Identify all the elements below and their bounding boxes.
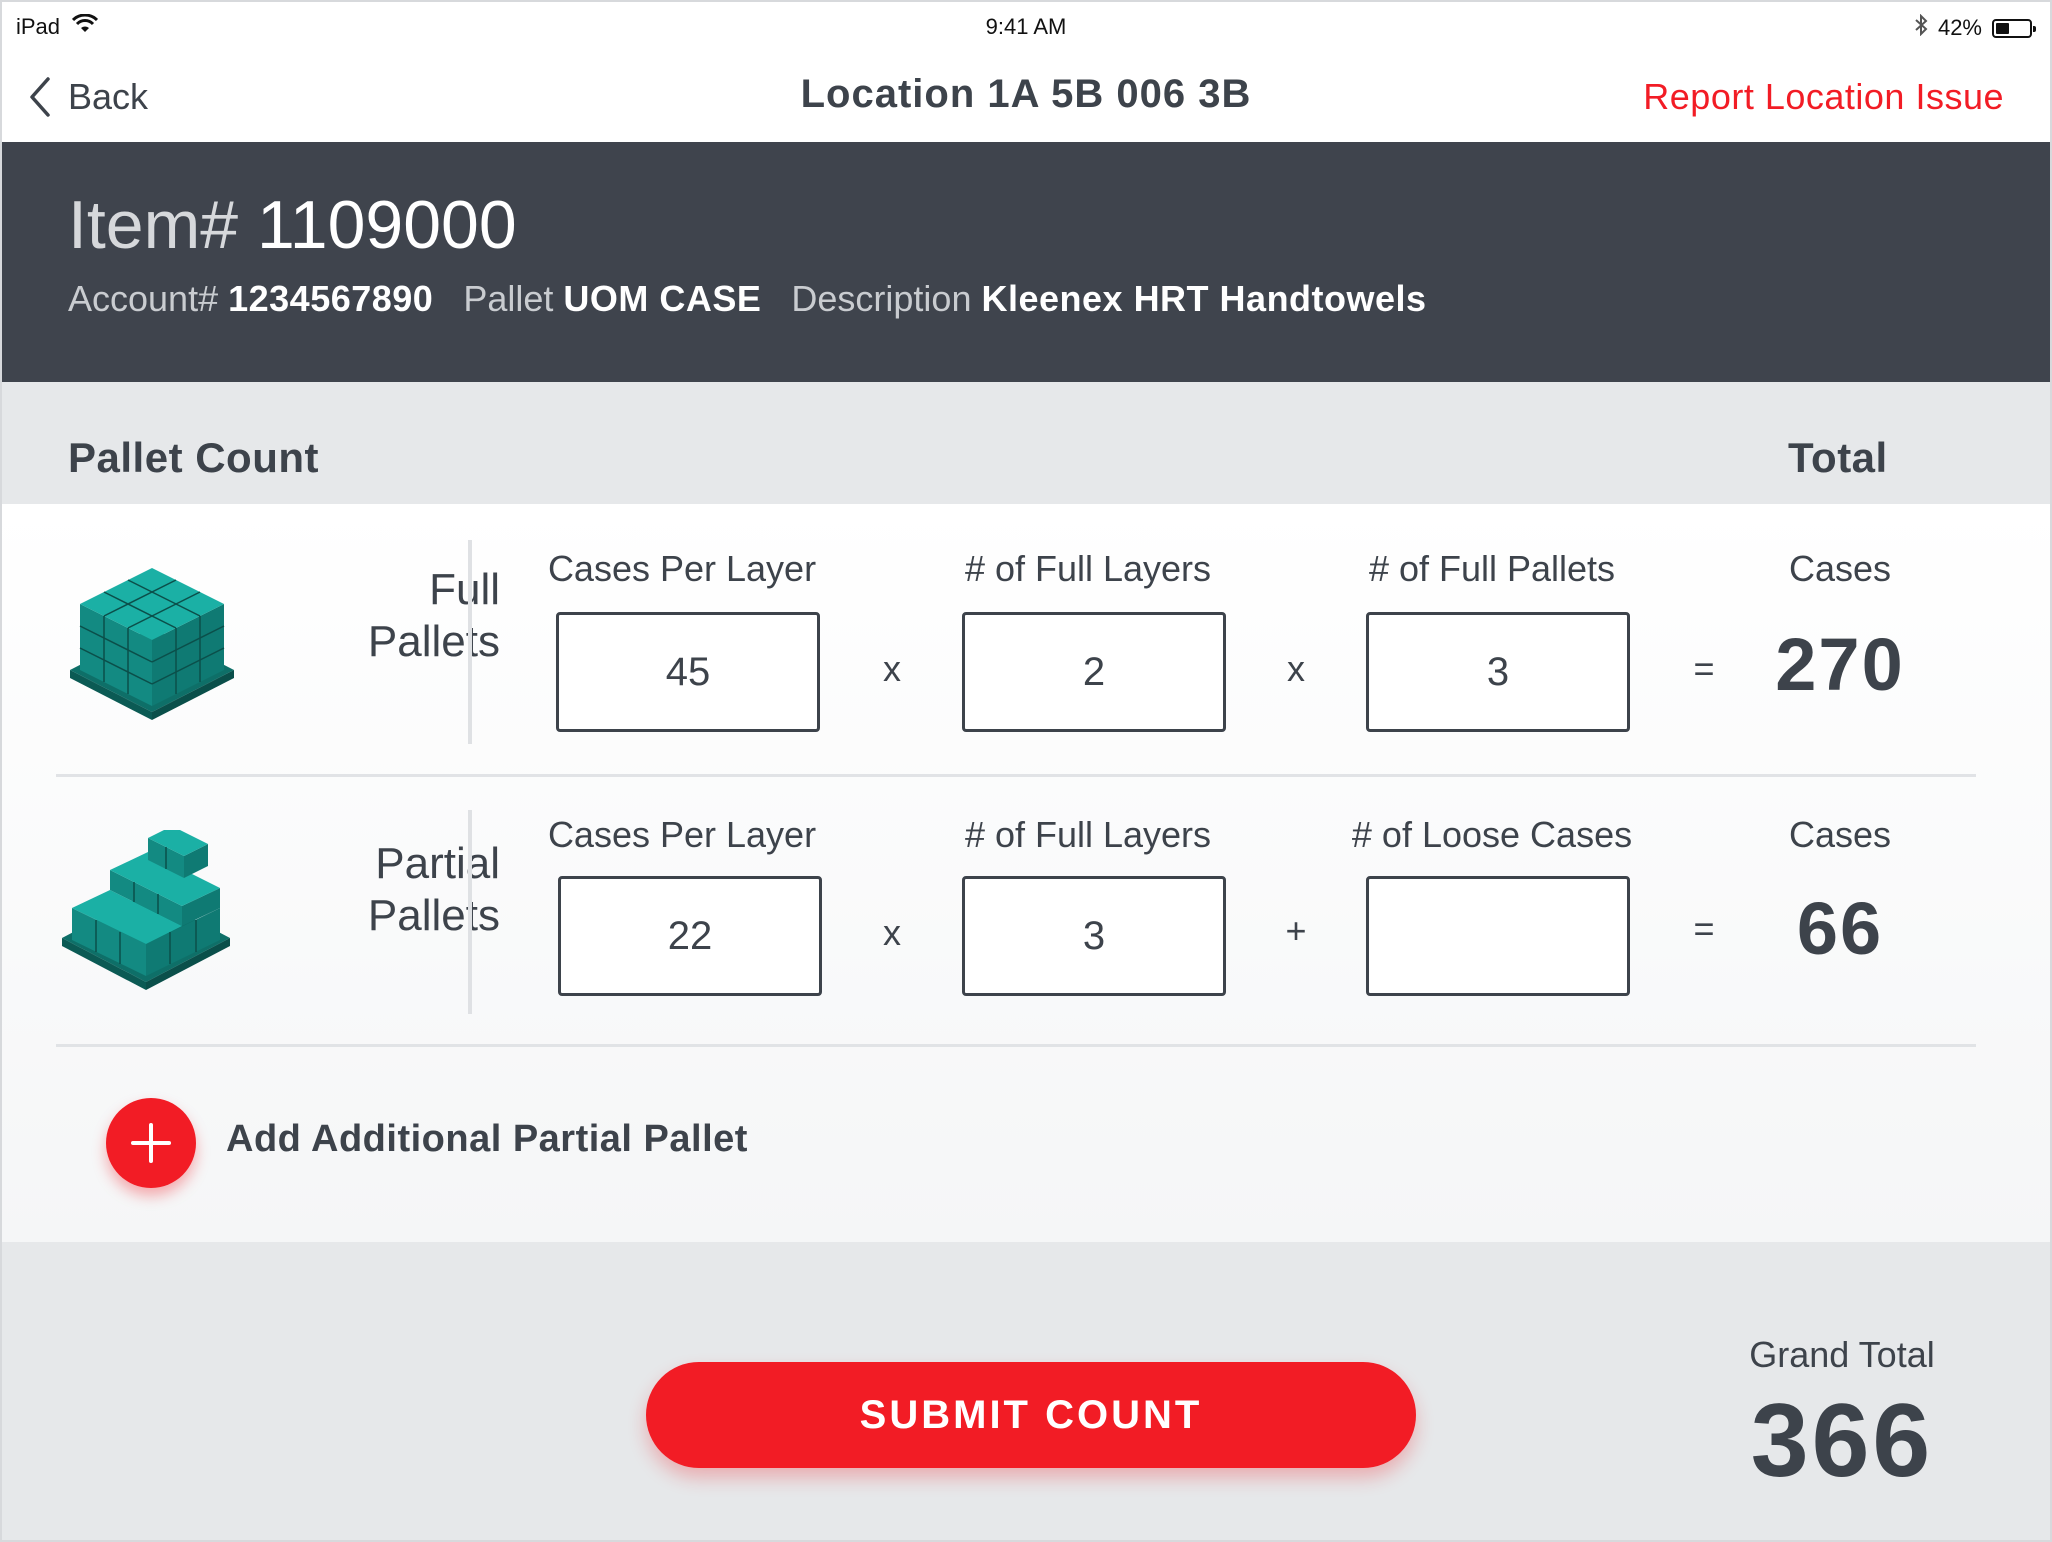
equals-operator: =	[1693, 908, 1715, 949]
partial-full-layers-header: # of Full Layers	[964, 814, 1212, 855]
full-layers-input[interactable]: 2	[962, 612, 1226, 732]
pallet-count-panel: Full Pallets Cases Per Layer 45 x # of F…	[2, 504, 2050, 1242]
partial-total-value: 66	[1796, 887, 1884, 970]
full-cases-per-layer-input[interactable]: 45	[556, 612, 820, 732]
footer: SUBMIT COUNT Grand Total 366	[2, 1242, 2050, 1540]
status-bar: iPad 9:41 AM 42%	[2, 2, 2050, 50]
full-pallets-label-line1: Full	[429, 565, 500, 614]
equals-operator: =	[1693, 648, 1715, 689]
partial-pallets-row: Partial Pallets Cases Per Layer 22 x # o…	[56, 774, 1976, 1034]
full-pallets-label: Full Pallets	[270, 564, 500, 668]
grand-total-label: Grand Total	[1749, 1334, 1935, 1375]
pallet-uom-field: Pallet UOM CASE	[463, 278, 761, 320]
full-pallets-count-input[interactable]: 3	[1366, 612, 1630, 732]
status-right: 42%	[1914, 13, 2036, 42]
pallet-count-title: Pallet Count	[68, 434, 320, 481]
item-header: Item# 1109000 Account# 1234567890 Pallet U…	[2, 142, 2050, 382]
multiply-operator: x	[1287, 648, 1305, 689]
multiply-operator: x	[883, 912, 901, 953]
full-pallets-label-line2: Pallets	[367, 617, 500, 666]
item-meta: Account# 1234567890 Pallet UOM CASE Descri…	[68, 278, 1427, 320]
description-value: Kleenex HRT Handtowels	[981, 278, 1427, 319]
partial-pallets-label-line1: Partial	[375, 839, 500, 888]
partial-cases-per-layer-input[interactable]: 22	[558, 876, 822, 996]
partial-total-header: Cases	[1788, 814, 1892, 855]
account-label: Account#	[68, 278, 219, 319]
pallet-label: Pallet	[463, 278, 554, 319]
battery-level	[1996, 22, 2009, 34]
loose-cases-header: # of Loose Cases	[1351, 814, 1633, 855]
submit-count-button[interactable]: SUBMIT COUNT	[646, 1362, 1416, 1468]
bluetooth-icon	[1914, 13, 1928, 42]
plus-operator: +	[1285, 910, 1307, 951]
app-frame: iPad 9:41 AM 42% Back Location 1A 5B 006…	[0, 0, 2052, 1542]
cases-per-layer-header: Cases Per Layer	[547, 814, 817, 855]
account-field: Account# 1234567890	[68, 278, 433, 320]
partial-pallet-icon	[62, 830, 230, 990]
nav-bar: Back Location 1A 5B 006 3B Report Locati…	[2, 50, 2050, 142]
battery-icon	[1992, 18, 2036, 38]
report-location-issue-button[interactable]: Report Location Issue	[1643, 76, 2004, 118]
total-title: Total	[1788, 434, 1888, 481]
status-time: 9:41 AM	[985, 14, 1067, 39]
cases-per-layer-header: Cases Per Layer	[547, 548, 817, 589]
plus-icon	[131, 1123, 171, 1163]
full-total-header: Cases	[1788, 548, 1892, 589]
pallet-value: UOM CASE	[563, 278, 762, 319]
full-pallets-row: Full Pallets Cases Per Layer 45 x # of F…	[56, 504, 1976, 764]
account-value: 1234567890	[228, 278, 434, 319]
row-divider	[56, 1044, 1976, 1047]
partial-pallets-label-line2: Pallets	[367, 891, 500, 940]
add-partial-pallet-label[interactable]: Add Additional Partial Pallet	[226, 1118, 748, 1161]
item-title: Item# 1109000	[68, 186, 517, 264]
full-total-value: 270	[1775, 623, 1905, 706]
partial-pallets-label: Partial Pallets	[270, 838, 500, 942]
battery-percent: 42%	[1937, 15, 1982, 40]
item-number-value: 1109000	[256, 187, 517, 263]
full-pallets-count-header: # of Full Pallets	[1368, 548, 1616, 589]
description-label: Description	[791, 278, 972, 319]
full-layers-header: # of Full Layers	[964, 548, 1212, 589]
add-partial-pallet-button[interactable]	[106, 1098, 196, 1188]
row-separator	[468, 810, 472, 1014]
multiply-operator: x	[883, 648, 901, 689]
description-field: Description Kleenex HRT Handtowels	[791, 278, 1426, 320]
grand-total-value: 366	[1750, 1383, 1934, 1499]
pallet-count-header: Pallet Count Total	[2, 382, 2050, 504]
partial-full-layers-input[interactable]: 3	[962, 876, 1226, 996]
row-separator	[468, 540, 472, 744]
loose-cases-input[interactable]	[1366, 876, 1630, 996]
full-pallet-icon	[70, 568, 234, 720]
item-number-label: Item#	[68, 187, 239, 263]
